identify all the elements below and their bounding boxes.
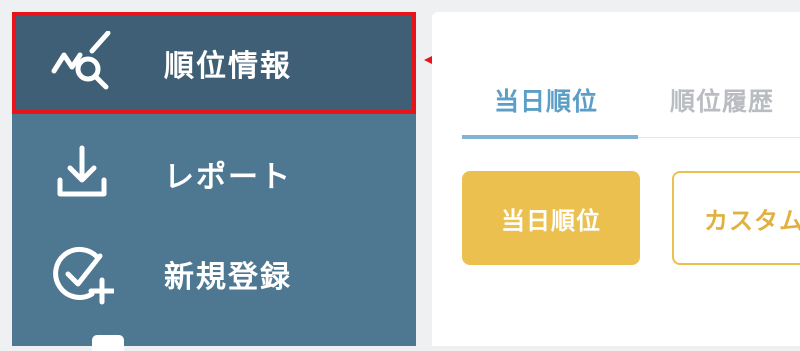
download-icon (50, 142, 114, 206)
sidebar-item-report[interactable]: レポート (12, 124, 416, 224)
main-panel: 当日順位 順位履歴 当日順位 カスタム (432, 12, 800, 346)
sidebar-item-ranking[interactable]: 順位情報 (12, 12, 416, 114)
sidebar-item-label: 新規登録 (164, 260, 292, 295)
today-ranking-button[interactable]: 当日順位 (462, 171, 640, 265)
custom-button[interactable]: カスタム (672, 171, 800, 265)
tab-divider (638, 137, 800, 138)
sidebar-item-label: レポート (164, 160, 292, 195)
active-tab-indicator (462, 135, 638, 139)
sidebar-item-label: 順位情報 (164, 49, 292, 84)
tab-ranking-history[interactable]: 順位履歴 (670, 82, 774, 118)
check-add-icon (50, 242, 114, 306)
tab-today-ranking[interactable]: 当日順位 (494, 82, 598, 118)
partial-menu-icon[interactable] (92, 335, 124, 351)
sidebar-item-register[interactable]: 新規登録 (12, 224, 416, 324)
sidebar: 順位情報 レポート 新規登録 (12, 12, 416, 351)
ranking-search-icon (50, 31, 114, 95)
